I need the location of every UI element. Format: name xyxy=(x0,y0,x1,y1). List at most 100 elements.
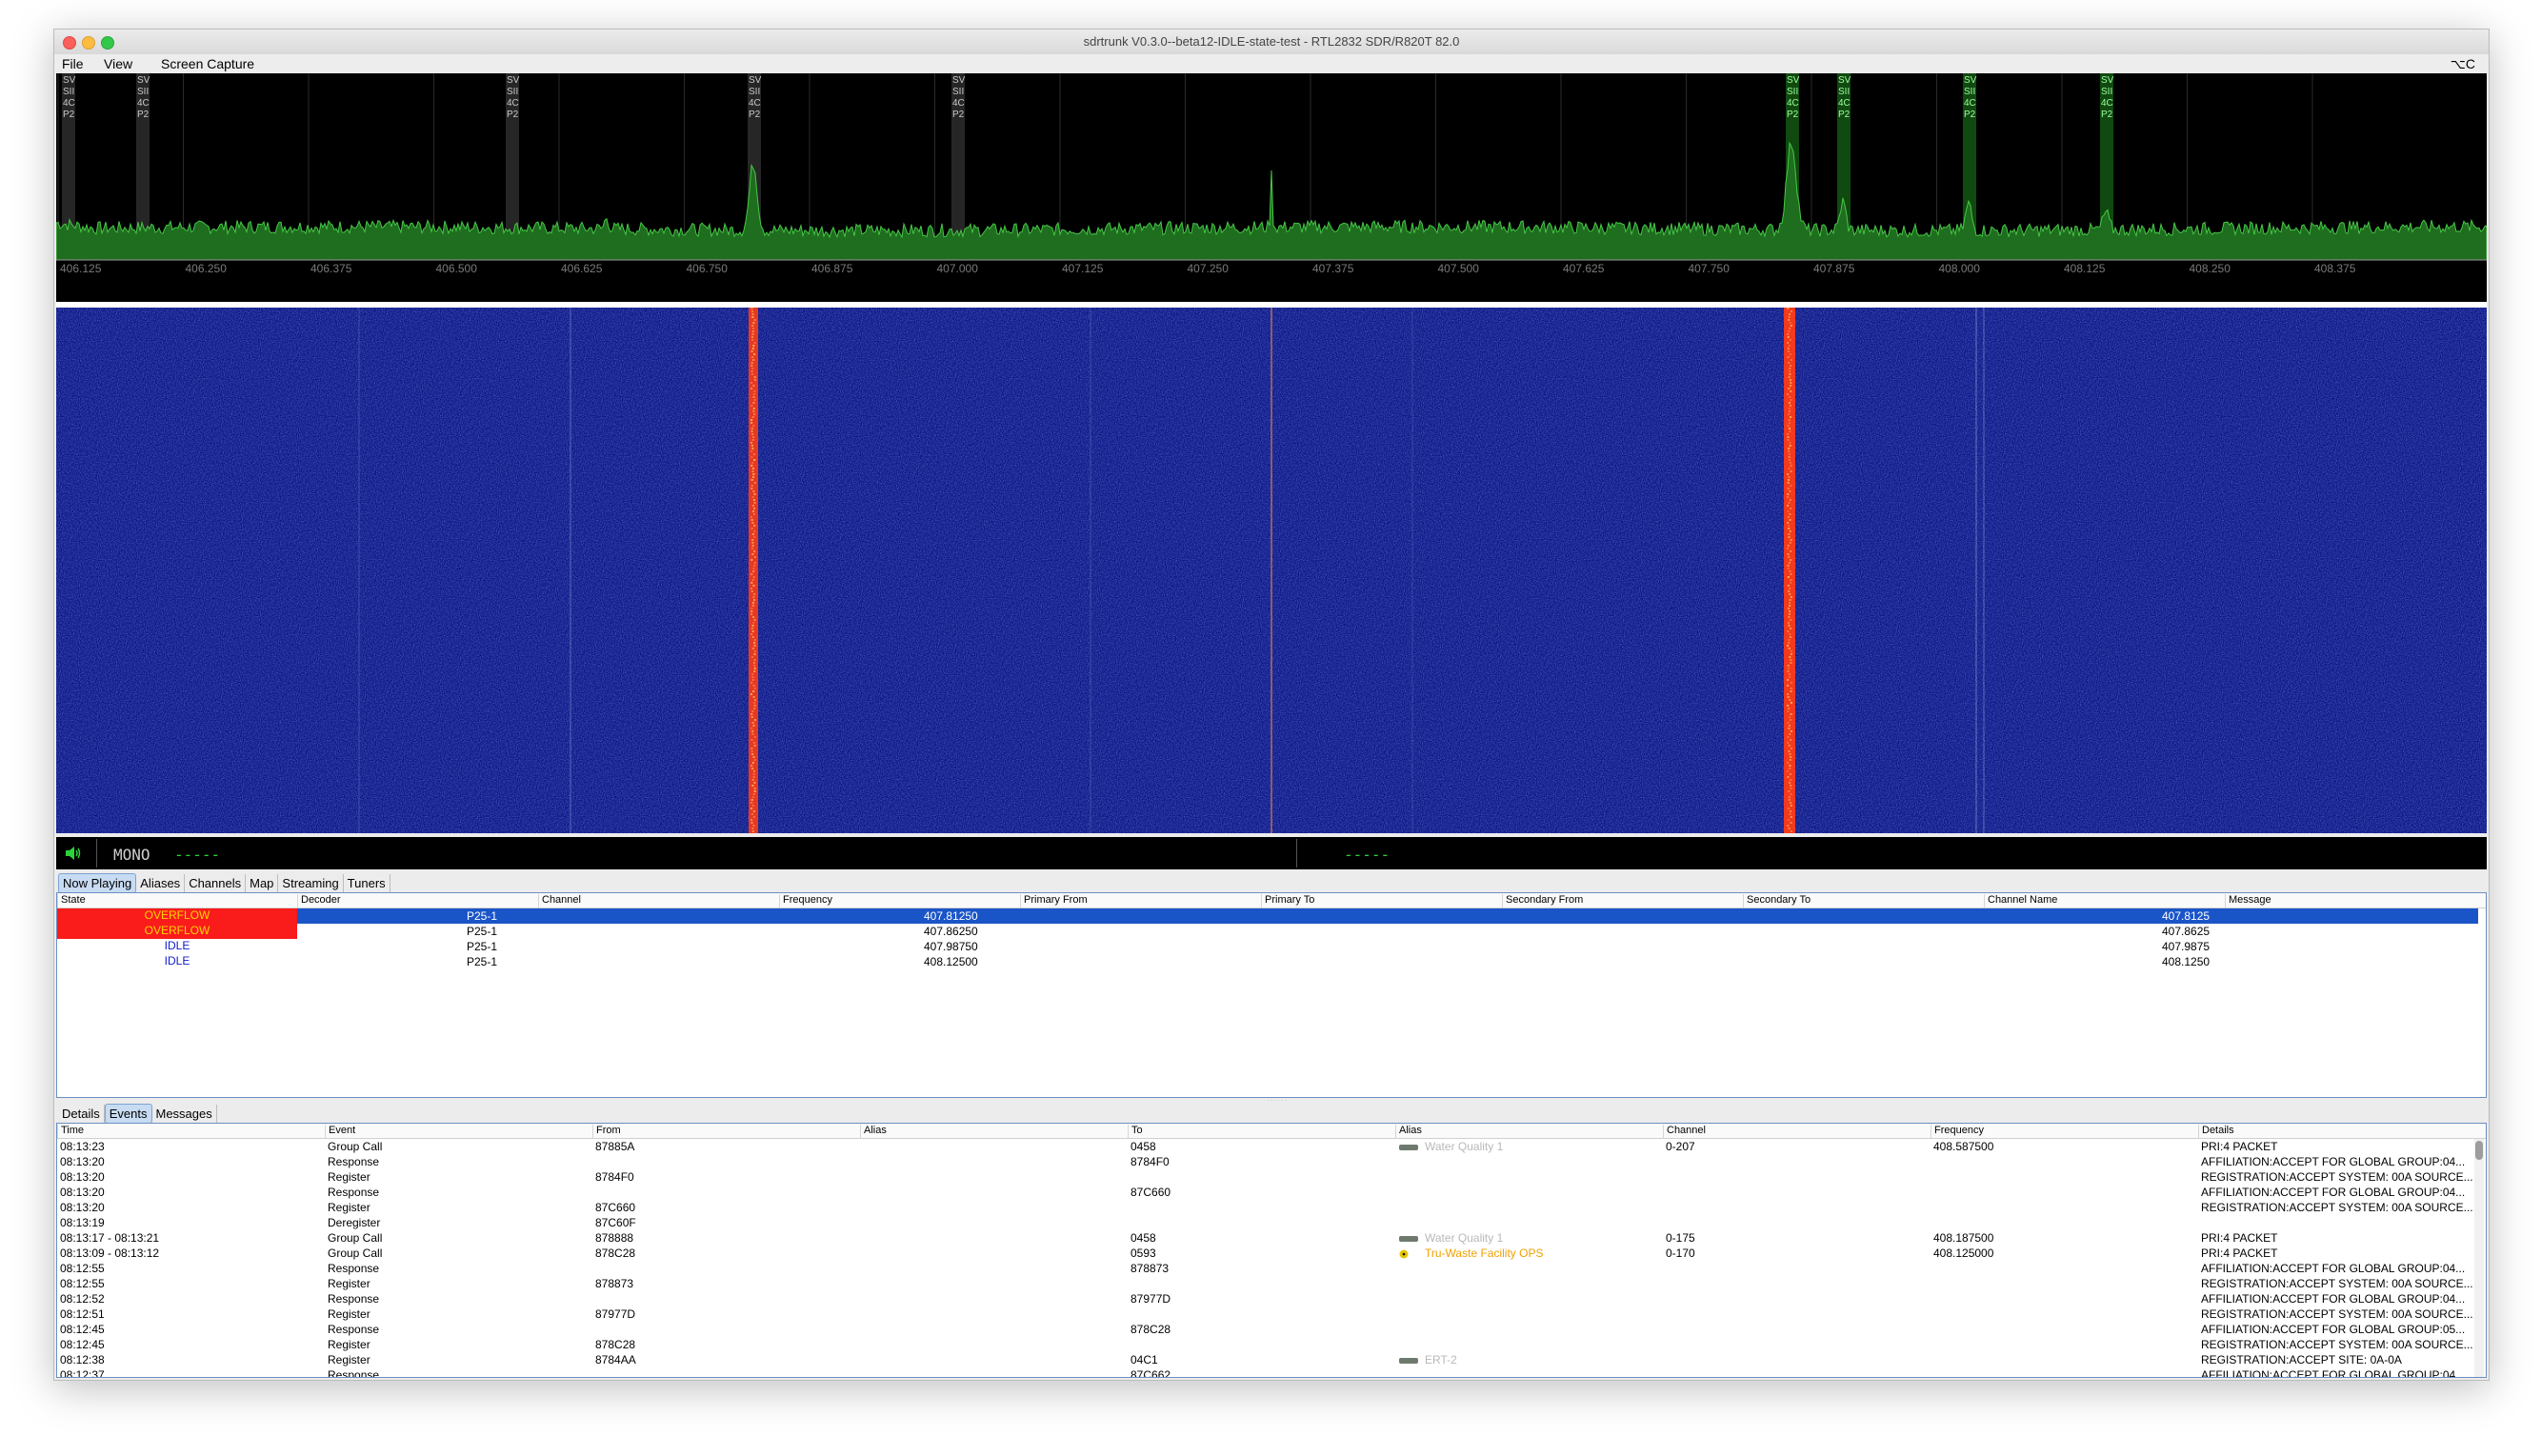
waterfall-speckle xyxy=(1787,710,1790,712)
spectrum-display[interactable]: SV SII 4C P2 SV SII 4C P2 SV SII 4C P2 SV SII 4C P2 SV SI… xyxy=(56,73,2487,302)
event-to: 0458 xyxy=(1130,1140,1156,1153)
waterfall-speckle xyxy=(750,422,753,424)
events-scrollbar[interactable] xyxy=(2474,1139,2484,1377)
column-header-secondary-to[interactable]: Secondary To xyxy=(1743,894,1984,908)
column-header-frequency[interactable]: Frequency xyxy=(1931,1125,2198,1138)
tab-tuners[interactable]: Tuners xyxy=(344,874,390,892)
waterfall-speckle xyxy=(752,793,755,795)
waterfall-speckle xyxy=(751,439,754,441)
tab-now-playing[interactable]: Now Playing xyxy=(58,873,137,893)
waterfall-speckle xyxy=(1789,716,1791,718)
column-header-primary-to[interactable]: Primary To xyxy=(1261,894,1502,908)
tab-streaming[interactable]: Streaming xyxy=(278,874,344,892)
waterfall-speckle xyxy=(752,476,755,478)
event-row[interactable]: 08:12:55 Response 878873 AFFILIATION:ACCEPT… xyxy=(57,1261,2476,1276)
event-row[interactable]: 08:12:37 Response 87C662 AFFILIATION:ACCEPT… xyxy=(57,1367,2476,1377)
tab-events[interactable]: Events xyxy=(104,1104,152,1124)
tab-channels[interactable]: Channels xyxy=(185,874,247,892)
channel-name: 407.8625 xyxy=(2162,925,2211,938)
waterfall-speckle xyxy=(1790,650,1792,652)
event-row[interactable]: 08:13:09 - 08:13:12 Group Call 878C28 0593 T… xyxy=(57,1246,2476,1261)
column-header-to[interactable]: To xyxy=(1128,1125,1395,1138)
scrollbar-thumb[interactable] xyxy=(2475,1141,2483,1160)
waterfall-speckle xyxy=(1789,519,1791,521)
event-row[interactable]: 08:12:38 Register 8784AA 04C1 ERT-2 REGISTRAT… xyxy=(57,1352,2476,1367)
waterfall-speckle xyxy=(750,813,753,815)
column-header-event[interactable]: Event xyxy=(325,1125,592,1138)
waterfall-speckle xyxy=(1789,405,1791,407)
tab-messages[interactable]: Messages xyxy=(152,1105,217,1123)
column-header-state[interactable]: State xyxy=(57,894,297,908)
event-time: 08:13:20 xyxy=(60,1155,105,1168)
channel-marker-label: P2 xyxy=(1964,110,1976,120)
waterfall-speckle xyxy=(1790,713,1792,715)
column-header-channel[interactable]: Channel xyxy=(1663,1125,1931,1138)
speaker-icon[interactable] xyxy=(64,845,83,862)
channel-row[interactable]: OVERFLOW P25-1 407.86250 407.8625 xyxy=(57,924,2478,939)
title-bar[interactable]: sdrtrunk V0.3.0--beta12-IDLE-state-test … xyxy=(54,30,2489,55)
event-row[interactable]: 08:12:45 Register 878C28 REGISTRATION:ACCEP… xyxy=(57,1337,2476,1352)
waterfall-speckle xyxy=(751,545,754,547)
waterfall-speckle xyxy=(752,393,755,395)
waterfall-speckle xyxy=(753,642,756,644)
event-event: Response xyxy=(328,1155,380,1168)
waterfall-speckle xyxy=(1790,508,1792,509)
channel-row[interactable]: OVERFLOW P25-1 407.81250 407.8125 xyxy=(57,908,2478,924)
waterfall-speckle xyxy=(753,736,756,738)
channel-row[interactable]: IDLE P25-1 407.98750 407.9875 xyxy=(57,939,2478,954)
waterfall-speckle xyxy=(1788,345,1791,347)
column-header-channel[interactable]: Channel xyxy=(538,894,779,908)
spectrum-plot[interactable]: SVSII4CP2SVSII4CP2SVSII4CP2SVSII4CP2SVSI… xyxy=(56,73,2487,302)
tab-details[interactable]: Details xyxy=(58,1105,105,1123)
column-header-secondary-from[interactable]: Secondary From xyxy=(1502,894,1743,908)
waterfall-speckle xyxy=(751,330,754,332)
menu-view[interactable]: View xyxy=(104,56,132,71)
column-header-alias[interactable]: Alias xyxy=(860,1125,1128,1138)
event-row[interactable]: 08:13:23 Group Call 87885A 0458 Water Qualit… xyxy=(57,1139,2476,1154)
column-header-decoder[interactable]: Decoder xyxy=(297,894,538,908)
column-header-channel-name[interactable]: Channel Name xyxy=(1984,894,2225,908)
waterfall-display[interactable] xyxy=(56,308,2487,833)
event-row[interactable]: 08:13:20 Register 8784F0 REGISTRATION:ACCEP… xyxy=(57,1169,2476,1185)
tab-aliases[interactable]: Aliases xyxy=(136,874,186,892)
waterfall-speckle xyxy=(751,328,754,329)
column-header-details[interactable]: Details xyxy=(2198,1125,2476,1138)
event-row[interactable]: 08:13:20 Response 8784F0 AFFILIATION:ACCEPT… xyxy=(57,1154,2476,1169)
waterfall-speckle xyxy=(1789,322,1791,324)
event-row[interactable]: 08:13:19 Deregister 87C60F xyxy=(57,1215,2476,1230)
column-header-time[interactable]: Time xyxy=(57,1125,325,1138)
column-header-primary-from[interactable]: Primary From xyxy=(1020,894,1261,908)
event-row[interactable]: 08:13:20 Response 87C660 AFFILIATION:ACCEPT… xyxy=(57,1185,2476,1200)
event-alias: Water Quality 1 xyxy=(1398,1140,1503,1153)
tab-map[interactable]: Map xyxy=(246,874,279,892)
event-row[interactable]: 08:13:20 Register 87C660 REGISTRATION:ACCEP… xyxy=(57,1200,2476,1215)
channel-marker-label: 4C xyxy=(1964,98,1976,109)
column-header-frequency[interactable]: Frequency xyxy=(779,894,1020,908)
column-header-to-alias[interactable]: Alias xyxy=(1395,1125,1663,1138)
waterfall-speckle xyxy=(750,613,753,615)
event-row[interactable]: 08:12:51 Register 87977D REGISTRATION:ACCEP… xyxy=(57,1306,2476,1322)
waterfall-speckle xyxy=(751,310,754,312)
column-header-message[interactable]: Message xyxy=(2225,894,2478,908)
event-row[interactable]: 08:12:45 Response 878C28 AFFILIATION:ACCEPT… xyxy=(57,1322,2476,1337)
waterfall-speckle xyxy=(751,796,754,798)
waterfall-speckle xyxy=(1789,765,1791,767)
split-pane-handle[interactable]: · · · · · · xyxy=(1266,1098,1289,1104)
event-row[interactable]: 08:12:52 Response 87977D AFFILIATION:ACCEPT… xyxy=(57,1291,2476,1306)
menu-file[interactable]: File xyxy=(62,56,84,71)
waterfall-speckle xyxy=(1790,653,1792,655)
waterfall-plot[interactable] xyxy=(56,308,2487,833)
event-event: Group Call xyxy=(328,1231,383,1245)
event-row[interactable]: 08:12:55 Register 878873 REGISTRATION:ACCEP… xyxy=(57,1276,2476,1291)
waterfall-speckle xyxy=(1788,528,1791,529)
frequency-tick-label: 408.375 xyxy=(2314,262,2356,275)
menu-screen-capture[interactable]: Screen Capture xyxy=(161,56,254,71)
event-row[interactable]: 08:13:17 - 08:13:21 Group Call 878888 0458 W… xyxy=(57,1230,2476,1246)
event-alias-text: Tru-Waste Facility OPS xyxy=(1425,1247,1544,1260)
column-header-from[interactable]: From xyxy=(592,1125,860,1138)
channel-row[interactable]: IDLE P25-1 408.12500 408.1250 xyxy=(57,954,2478,969)
event-to: 8784F0 xyxy=(1130,1155,1170,1168)
event-event: Response xyxy=(328,1292,380,1306)
waterfall-speckle xyxy=(753,482,756,484)
waterfall-speckle xyxy=(1788,796,1791,798)
